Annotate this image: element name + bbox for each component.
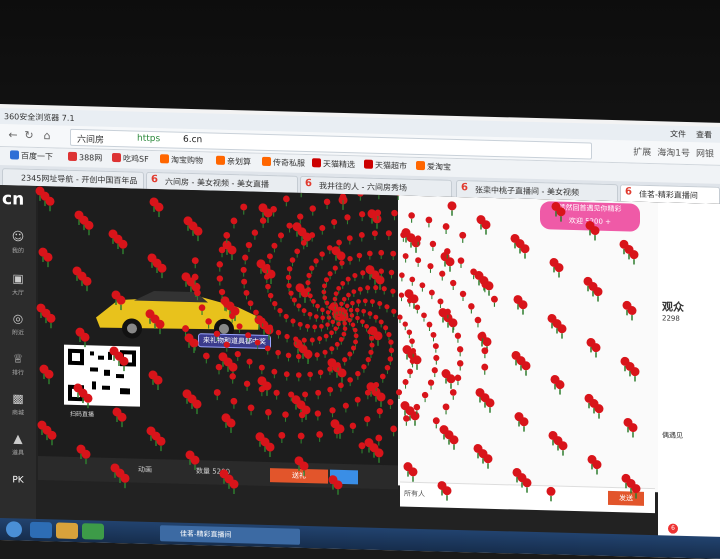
browser-title: 360安全浏览器 7.1	[4, 112, 75, 123]
bookmark-favicon	[216, 155, 225, 165]
back-icon[interactable]: ←	[6, 128, 20, 142]
bookmark-favicon	[364, 159, 373, 169]
send-button[interactable]: 发送	[608, 490, 644, 506]
bookmark-item[interactable]: 388网	[68, 151, 102, 164]
six-logo-icon: 6	[151, 173, 158, 186]
site-sidebar: cn ☺ 我的 ▣ 大厅 ◎ 附近 ♕ 排行 ▩ 商城 ▲ 道具 PK	[0, 185, 36, 541]
domain-text: 6.cn	[183, 134, 203, 146]
home-icon[interactable]: ⌂	[40, 129, 54, 143]
bookmark-item[interactable]: 爱淘宝	[416, 160, 451, 173]
bookmark-favicon	[262, 156, 271, 167]
sidebar-label: 我的	[11, 247, 24, 255]
bookmark-favicon	[416, 160, 425, 171]
six-logo-icon: 6	[461, 182, 468, 194]
qr-code	[64, 344, 140, 407]
bookmark-favicon	[112, 152, 121, 163]
sidebar-label: 排行	[11, 369, 24, 377]
menu-view[interactable]: 查看	[696, 129, 712, 140]
site-name: 六间房	[77, 135, 105, 146]
audience-item: 偶遇见	[662, 431, 683, 440]
start-button-icon[interactable]	[6, 521, 22, 538]
extensions-button[interactable]: 扩展	[633, 145, 651, 158]
bookmark-item[interactable]: 传奇私服	[262, 156, 305, 169]
sidebar-label: 道具	[11, 449, 24, 457]
bank-button[interactable]: 网银	[696, 146, 714, 159]
qr-caption: 扫码直播	[70, 410, 95, 419]
audience-title: 观众	[662, 300, 684, 314]
chat-panel	[398, 195, 658, 493]
sidebar-label: 商城	[11, 409, 24, 417]
bookmark-item[interactable]: 吃鸡SF	[112, 152, 149, 165]
site-logo[interactable]: cn	[2, 189, 24, 210]
protocol-label: https	[137, 133, 161, 145]
bookmark-favicon	[312, 158, 321, 168]
gift-select[interactable]: 动画	[138, 465, 152, 475]
taskbar-window[interactable]: 佳茗-精彩直播间	[160, 525, 300, 545]
browser-360-icon[interactable]	[82, 523, 104, 540]
sidebar-label: 附近	[11, 329, 24, 337]
bookmark-favicon	[10, 150, 19, 160]
user-icon[interactable]: ☺	[10, 229, 26, 245]
bookmark-favicon	[68, 151, 77, 162]
notification-badge: 6	[668, 523, 678, 534]
bookmark-favicon	[160, 154, 169, 164]
chat-target[interactable]: 所有人	[404, 489, 425, 500]
menu-file[interactable]: 文件	[670, 129, 686, 140]
compass-icon[interactable]: ◎	[10, 311, 26, 327]
stream-page: cn ☺ 我的 ▣ 大厅 ◎ 附近 ♕ 排行 ▩ 商城 ▲ 道具 PK 扫码直播…	[0, 185, 720, 559]
blue-action-button[interactable]	[330, 469, 358, 485]
folder-icon[interactable]	[56, 522, 78, 540]
gift-caption: 来礼物和道具都中奖	[198, 333, 271, 350]
six-logo-icon: 6	[305, 177, 312, 190]
bookmark-item[interactable]: 淘宝购物	[160, 154, 203, 166]
send-gift-button[interactable]: 送礼	[270, 468, 328, 484]
monitor-screen: 360安全浏览器 7.1 文件 查看 ← ↻ ⌂ 六间房 https 6.cn …	[0, 104, 720, 559]
bag-icon[interactable]: ▩	[10, 391, 26, 407]
bookmark-item[interactable]: 天猫超市	[364, 159, 407, 172]
bookmark-item[interactable]: 百度一下	[10, 150, 53, 162]
bookmark-item[interactable]: 天猫精选	[312, 158, 355, 170]
refresh-icon[interactable]: ↻	[22, 129, 36, 143]
shirt-icon[interactable]: ▲	[10, 431, 26, 447]
greeting-banner: 猛然回首遇见你精彩 欢迎 5200 +	[540, 201, 640, 232]
audience-count: 2298	[662, 314, 680, 323]
pk-icon[interactable]: PK	[4, 475, 32, 486]
gift-count[interactable]: 数量 5200	[196, 466, 230, 477]
crown-icon[interactable]: ♕	[10, 351, 26, 367]
ie-icon[interactable]	[30, 521, 52, 539]
sidebar-label: 大厅	[11, 289, 24, 297]
haitao-button[interactable]: 海淘1号	[657, 145, 690, 159]
audience-panel	[658, 202, 720, 559]
six-logo-icon: 6	[625, 186, 632, 198]
tv-icon[interactable]: ▣	[10, 271, 26, 287]
bookmark-item[interactable]: 亲划算	[216, 155, 251, 168]
greeting-line-2: 欢迎 5200 +	[568, 216, 612, 227]
